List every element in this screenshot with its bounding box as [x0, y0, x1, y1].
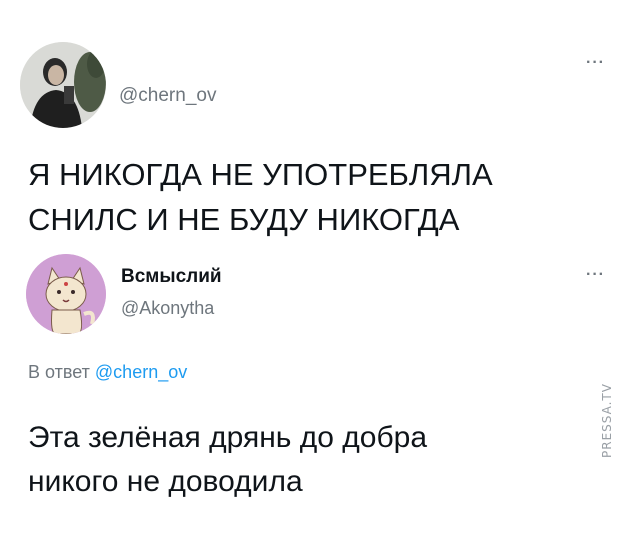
more-options-icon[interactable]: ··· — [586, 55, 605, 71]
tweet2-text-line2: никого не доводила — [28, 465, 303, 498]
reply-mention-link[interactable]: @chern_ov — [95, 362, 187, 382]
reply-context: В ответ @chern_ov — [28, 362, 187, 383]
tweet2-text: Эта зелёная дрянь до добра никого не дов… — [28, 416, 588, 504]
tweet1-text-line2: СНИЛС И НЕ БУДУ НИКОГДА — [28, 202, 460, 237]
avatar-akonytha[interactable] — [26, 254, 106, 334]
tweet2-display-name[interactable]: Всмыслий — [121, 266, 222, 288]
tweet1-handle[interactable]: @chern_ov — [119, 85, 216, 107]
watermark: PRESSA.TV — [600, 383, 614, 458]
tweet2-handle[interactable]: @Akonytha — [121, 298, 214, 319]
tweet1-text-line1: Я НИКОГДА НЕ УПОТРЕБЛЯЛА — [28, 157, 493, 192]
more-options-icon[interactable]: ··· — [586, 267, 605, 283]
tweet1-text: Я НИКОГДА НЕ УПОТРЕБЛЯЛА СНИЛС И НЕ БУДУ… — [28, 152, 618, 242]
tweet2-text-line1: Эта зелёная дрянь до добра — [28, 421, 428, 454]
reply-prefix: В ответ — [28, 362, 90, 382]
avatar-chern-ov[interactable] — [20, 42, 106, 128]
